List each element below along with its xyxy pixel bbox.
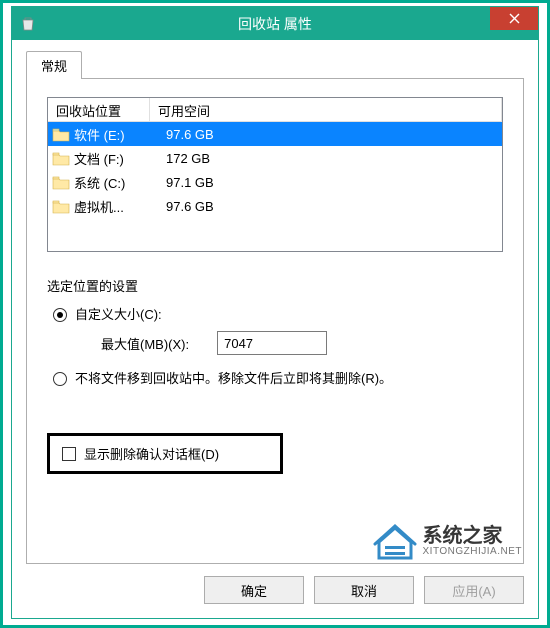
folder-icon bbox=[52, 199, 70, 214]
drive-row[interactable]: 虚拟机...97.6 GB bbox=[48, 194, 502, 218]
apply-button[interactable]: 应用(A) bbox=[424, 576, 524, 604]
checkbox-confirm-label: 显示删除确认对话框(D) bbox=[84, 444, 219, 463]
drive-space: 97.6 GB bbox=[164, 199, 498, 214]
close-icon bbox=[509, 11, 520, 27]
folder-icon bbox=[52, 127, 70, 142]
titlebar[interactable]: 回收站 属性 bbox=[12, 7, 538, 40]
drive-name: 系统 (C:) bbox=[74, 173, 164, 192]
max-size-input[interactable] bbox=[217, 331, 327, 355]
radio-skip-recycle[interactable] bbox=[53, 372, 67, 386]
max-size-label: 最大值(MB)(X): bbox=[101, 334, 189, 353]
drive-name: 虚拟机... bbox=[74, 197, 164, 216]
column-space[interactable]: 可用空间 bbox=[150, 98, 502, 122]
tab-panel: 回收站位置 可用空间 软件 (E:)97.6 GB文档 (F:)172 GB系统… bbox=[26, 78, 524, 564]
checkbox-confirm-delete[interactable] bbox=[62, 447, 76, 461]
drive-row[interactable]: 系统 (C:)97.1 GB bbox=[48, 170, 502, 194]
cancel-button[interactable]: 取消 bbox=[314, 576, 414, 604]
dialog-window: 回收站 属性 常规 回收站位置 可用空间 软件 (E:)97.6 GB文档 (F… bbox=[11, 6, 539, 619]
window-title: 回收站 属性 bbox=[12, 14, 538, 34]
drive-space: 172 GB bbox=[164, 151, 498, 166]
drive-space: 97.1 GB bbox=[164, 175, 498, 190]
tab-general[interactable]: 常规 bbox=[26, 51, 82, 79]
radio-custom-label: 自定义大小(C): bbox=[75, 305, 162, 325]
radio-custom-size[interactable] bbox=[53, 308, 67, 322]
radio-skip-label: 不将文件移到回收站中。移除文件后立即将其删除(R)。 bbox=[75, 369, 392, 389]
drive-row[interactable]: 软件 (E:)97.6 GB bbox=[48, 122, 502, 146]
button-row: 确定 取消 应用(A) bbox=[12, 564, 538, 618]
close-button[interactable] bbox=[490, 7, 538, 30]
recycle-bin-icon bbox=[20, 16, 36, 32]
drive-space: 97.6 GB bbox=[164, 127, 498, 142]
drive-list[interactable]: 回收站位置 可用空间 软件 (E:)97.6 GB文档 (F:)172 GB系统… bbox=[47, 97, 503, 252]
folder-icon bbox=[52, 175, 70, 190]
drive-name: 软件 (E:) bbox=[74, 125, 164, 144]
ok-button[interactable]: 确定 bbox=[204, 576, 304, 604]
highlight-box: 显示删除确认对话框(D) bbox=[47, 433, 283, 474]
column-location[interactable]: 回收站位置 bbox=[48, 98, 150, 122]
drive-row[interactable]: 文档 (F:)172 GB bbox=[48, 146, 502, 170]
drive-name: 文档 (F:) bbox=[74, 149, 164, 168]
folder-icon bbox=[52, 151, 70, 166]
settings-label: 选定位置的设置 bbox=[47, 276, 503, 295]
